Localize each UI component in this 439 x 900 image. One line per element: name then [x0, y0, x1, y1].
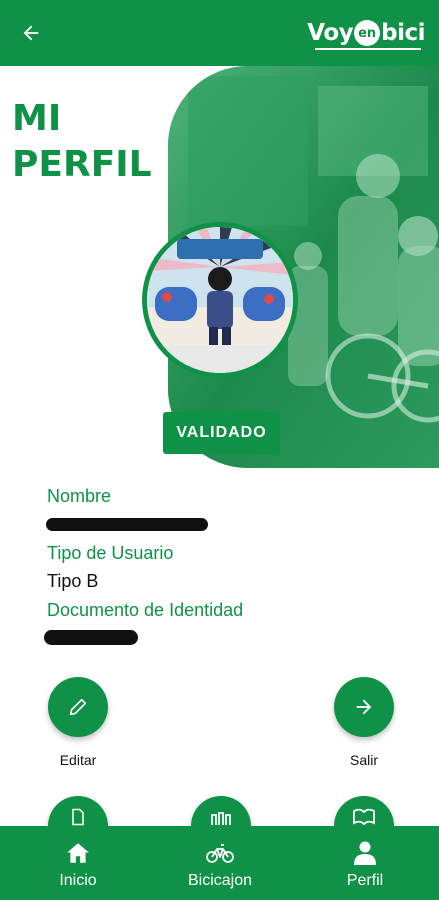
- page-title-line2: PERFIL: [12, 144, 152, 185]
- nav-item-perfil[interactable]: Perfil: [292, 826, 438, 900]
- book-icon: [353, 808, 375, 826]
- bike-rack-icon: [211, 812, 231, 825]
- person-icon: [354, 841, 376, 865]
- back-button[interactable]: [16, 18, 46, 48]
- edit-button[interactable]: [48, 677, 108, 737]
- page-title: MI PERFIL: [12, 96, 172, 188]
- logout-button[interactable]: [334, 677, 394, 737]
- pencil-icon: [69, 698, 87, 716]
- logout-label: Salir: [349, 752, 378, 768]
- name-redaction: [46, 518, 208, 531]
- bottom-navigation: Inicio Bicicajon Perfil: [0, 826, 439, 900]
- user-type-value: Tipo B: [47, 571, 99, 591]
- app-logo: Voy en bici: [307, 15, 425, 51]
- nav-label-bicicajon: Bicicajon: [187, 872, 253, 889]
- profile-avatar: [142, 222, 298, 378]
- nav-label-inicio: Inicio: [59, 872, 97, 889]
- logo-text-voy: Voy: [307, 20, 354, 46]
- home-icon: [67, 843, 89, 863]
- logo-text-bici: bici: [381, 20, 425, 46]
- document-label: Documento de Identidad: [47, 600, 244, 620]
- status-badge: VALIDADO: [163, 412, 280, 454]
- nav-item-inicio[interactable]: Inicio: [5, 826, 151, 900]
- logo-text-en: en: [354, 20, 381, 46]
- logo-underline: [315, 48, 421, 50]
- page-title-line1: MI: [12, 98, 62, 139]
- document-redaction: [44, 630, 138, 645]
- name-label: Nombre: [47, 486, 112, 506]
- edit-label: Editar: [59, 752, 97, 768]
- nav-label-perfil: Perfil: [346, 872, 384, 889]
- arrow-left-icon: [23, 25, 39, 41]
- document-icon: [72, 808, 84, 826]
- nav-item-bicicajon[interactable]: Bicicajon: [147, 826, 293, 900]
- app-header: Voy en bici: [0, 0, 439, 66]
- arrow-right-icon: [356, 699, 372, 715]
- bicycle-icon: [206, 844, 234, 863]
- user-type-label: Tipo de Usuario: [47, 543, 174, 563]
